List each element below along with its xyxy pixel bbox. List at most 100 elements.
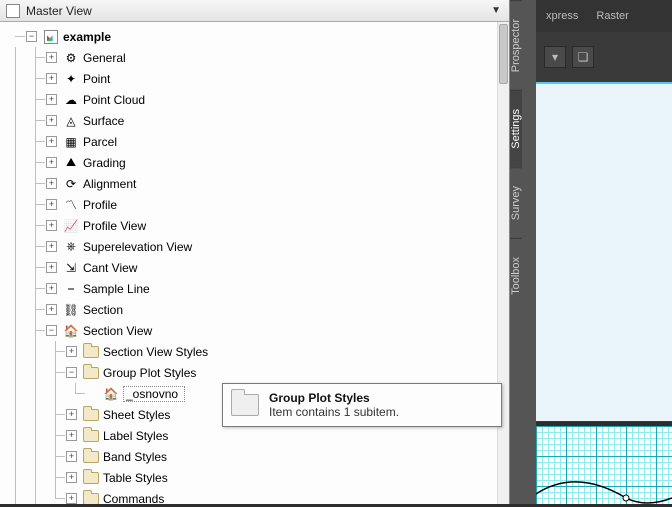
category-icon: ⚙: [63, 50, 79, 66]
expand-icon[interactable]: +: [46, 136, 57, 147]
tree-node-drawing[interactable]: − example: [0, 26, 497, 47]
ribbon-button[interactable]: ▾: [544, 46, 566, 68]
tree-node[interactable]: + Section View Styles: [0, 341, 497, 362]
tooltip-title: Group Plot Styles: [269, 391, 399, 405]
panel-header[interactable]: Master View ▼: [0, 0, 509, 22]
tab-settings[interactable]: Settings: [510, 90, 522, 167]
toolspace-tabs: Prospector Settings Survey Toolbox: [510, 0, 536, 504]
tree-label-selected: _osnovno: [123, 386, 185, 402]
expand-icon[interactable]: +: [66, 493, 77, 504]
tab-survey[interactable]: Survey: [510, 167, 522, 238]
tree-node[interactable]: + ⎯ Sample Line: [0, 278, 497, 299]
expand-icon[interactable]: +: [46, 199, 57, 210]
collapse-icon[interactable]: −: [26, 31, 37, 42]
folder-icon: [83, 428, 99, 444]
scrollbar-thumb[interactable]: [499, 24, 508, 84]
tree-node[interactable]: + ◬ Surface: [0, 110, 497, 131]
expand-icon[interactable]: +: [66, 346, 77, 357]
category-icon: ⛰: [63, 155, 79, 171]
tree-node[interactable]: + 〽 Profile: [0, 194, 497, 215]
settings-tree: − example + ⚙ General + ✦ Point + ☁ Poin…: [0, 22, 497, 504]
tab-toolbox[interactable]: Toolbox: [510, 238, 522, 313]
tree-node[interactable]: + ▦ Parcel: [0, 131, 497, 152]
category-icon: ⇲: [63, 260, 79, 276]
tree-node[interactable]: + Label Styles: [0, 425, 497, 446]
tree-label: Point Cloud: [83, 93, 145, 107]
folder-icon: [83, 491, 99, 505]
vertical-scrollbar[interactable]: [497, 22, 509, 504]
tree-node-section-view[interactable]: − 🏠 Section View: [0, 320, 497, 341]
folder-icon: [83, 407, 99, 423]
expand-icon[interactable]: +: [46, 115, 57, 126]
expand-icon[interactable]: +: [46, 262, 57, 273]
tree-label: Profile View: [83, 219, 146, 233]
folder-icon: [83, 344, 99, 360]
expand-icon[interactable]: +: [46, 157, 57, 168]
expand-icon[interactable]: +: [66, 472, 77, 483]
tree-label: Group Plot Styles: [103, 366, 196, 380]
dropdown-arrow-icon[interactable]: ▼: [487, 5, 505, 16]
tree-label: Section View: [83, 324, 152, 338]
style-icon: 🏠: [103, 386, 119, 402]
toolspace-panel: Master View ▼ − example + ⚙ General + ✦ …: [0, 0, 510, 504]
tree-node[interactable]: + ⚙ General: [0, 47, 497, 68]
ribbon-tab[interactable]: Raster: [596, 10, 628, 22]
tree-label: Profile: [83, 198, 117, 212]
category-icon: 〽: [63, 197, 79, 213]
expand-icon[interactable]: +: [46, 73, 57, 84]
tree-label: example: [63, 30, 111, 44]
tooltip-body: Item contains 1 subitem.: [269, 405, 399, 419]
category-icon: ☁: [63, 92, 79, 108]
ribbon-tabs: xpress Raster: [536, 0, 672, 32]
expand-icon[interactable]: +: [46, 304, 57, 315]
folder-icon: [83, 449, 99, 465]
tree-node-group-plot-styles[interactable]: − Group Plot Styles: [0, 362, 497, 383]
document-icon: [6, 4, 20, 18]
expand-icon[interactable]: +: [66, 409, 77, 420]
tree-label: Superelevation View: [83, 240, 192, 254]
tree-label: Commands: [103, 492, 164, 505]
tree-node[interactable]: + ☁ Point Cloud: [0, 89, 497, 110]
expand-icon[interactable]: +: [46, 283, 57, 294]
tree-label: General: [83, 51, 126, 65]
tree-label: Alignment: [83, 177, 136, 191]
expand-icon[interactable]: +: [46, 241, 57, 252]
tree-label: Cant View: [83, 261, 137, 275]
tree-node[interactable]: + ⛰ Grading: [0, 152, 497, 173]
tree-label: Surface: [83, 114, 124, 128]
tree-label: Parcel: [83, 135, 117, 149]
canvas-curve: [536, 474, 672, 504]
expand-icon[interactable]: +: [66, 430, 77, 441]
folder-icon: [83, 365, 99, 381]
category-icon: ⎯: [63, 281, 79, 297]
tree-node[interactable]: + Commands: [0, 488, 497, 504]
tree-node[interactable]: + Table Styles: [0, 467, 497, 488]
expand-icon[interactable]: +: [46, 178, 57, 189]
tree-label: Label Styles: [103, 429, 168, 443]
tree-node[interactable]: + 📈 Profile View: [0, 215, 497, 236]
category-icon: ⎈: [63, 239, 79, 255]
drawing-canvas-upper[interactable]: [536, 82, 672, 422]
tree-node[interactable]: + ⛓ Section: [0, 299, 497, 320]
tree-label: Sheet Styles: [103, 408, 170, 422]
tab-prospector[interactable]: Prospector: [510, 0, 522, 90]
collapse-icon[interactable]: −: [66, 367, 77, 378]
expand-icon[interactable]: +: [46, 94, 57, 105]
expand-icon[interactable]: +: [66, 451, 77, 462]
collapse-icon[interactable]: −: [46, 325, 57, 336]
category-icon: ✦: [63, 71, 79, 87]
tree-node[interactable]: + ⎈ Superelevation View: [0, 236, 497, 257]
category-icon: ⛓: [63, 302, 79, 318]
expand-icon[interactable]: +: [46, 52, 57, 63]
tree-node[interactable]: + ⇲ Cant View: [0, 257, 497, 278]
tree-node[interactable]: + ✦ Point: [0, 68, 497, 89]
ribbon-button[interactable]: ❏: [572, 46, 594, 68]
tree-node[interactable]: + Band Styles: [0, 446, 497, 467]
tree-node[interactable]: + ⟳ Alignment: [0, 173, 497, 194]
expand-icon[interactable]: +: [46, 220, 57, 231]
category-icon: ▦: [63, 134, 79, 150]
drawing-icon: [43, 29, 59, 45]
category-icon: 📈: [63, 218, 79, 234]
expand-icon: [86, 388, 97, 399]
ribbon-tab[interactable]: xpress: [546, 10, 578, 22]
